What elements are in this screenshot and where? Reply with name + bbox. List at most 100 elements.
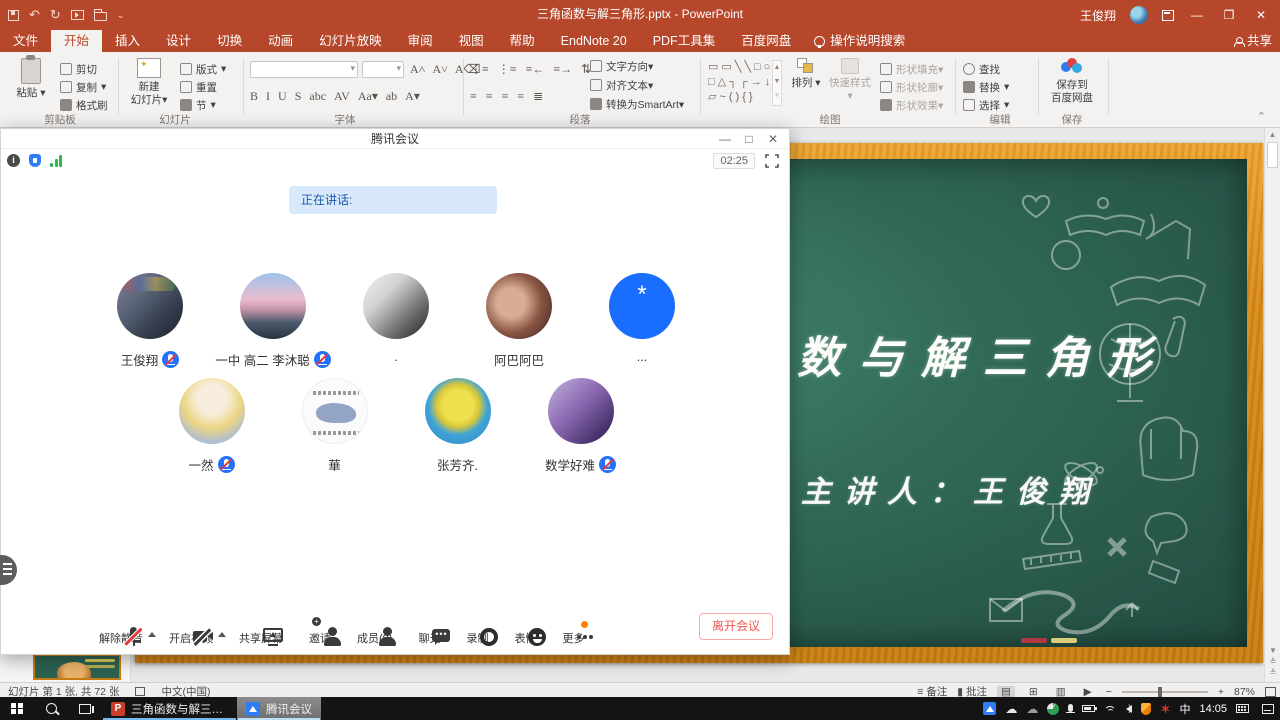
tab-3[interactable]: 设计	[153, 30, 204, 52]
arrange-button[interactable]: 排列 ▾	[788, 58, 824, 90]
tab-4[interactable]: 切换	[204, 30, 255, 52]
copy-button[interactable]: 复制 ▾	[60, 79, 106, 95]
zoom-handle[interactable]	[1158, 687, 1162, 697]
meeting-maximize-button[interactable]: □	[737, 129, 761, 149]
tray-meeting-icon[interactable]	[983, 702, 996, 715]
account-avatar[interactable]	[1130, 6, 1148, 24]
paragraph-row2[interactable]: ≡≡≡≡≣	[470, 88, 543, 104]
tray-red-app-icon[interactable]: ✶	[1160, 702, 1170, 716]
ribbon-glyph[interactable]: ≣	[533, 89, 543, 104]
participant[interactable]: 阿巴阿巴	[486, 273, 552, 369]
tray-cloud-icon[interactable]: ☁	[1005, 704, 1017, 714]
taskbar-clock[interactable]: 14:05	[1199, 703, 1227, 715]
tab-file[interactable]: 文件	[0, 30, 51, 52]
ribbon-glyph[interactable]: ≡	[502, 89, 509, 104]
wifi-icon[interactable]	[1104, 704, 1117, 714]
text-direction-button[interactable]: 文字方向▾	[590, 58, 653, 74]
ribbon-glyph[interactable]: B	[250, 89, 258, 104]
ribbon-glyph[interactable]: Aa▾	[358, 89, 378, 104]
participant-avatar[interactable]	[486, 273, 552, 339]
ribbon-display-options-icon[interactable]	[1162, 10, 1174, 21]
battery-icon[interactable]	[1082, 705, 1095, 712]
meeting-close-button[interactable]: ✕	[761, 129, 785, 149]
paragraph-row1[interactable]: ⋮≡⋮≡≡←≡→⇅	[470, 61, 591, 77]
zoom-slider[interactable]	[1122, 691, 1208, 693]
participant[interactable]: 一中 高二 李沐聪	[240, 273, 306, 369]
section-button[interactable]: 节 ▾	[180, 97, 216, 113]
align-text-button[interactable]: 对齐文本▾	[590, 77, 653, 93]
network-signal-icon[interactable]	[50, 155, 63, 167]
taskbar-app-meeting[interactable]: 腾讯会议	[237, 697, 321, 720]
participant[interactable]: 一然	[179, 378, 245, 474]
slide-1-thumbnail[interactable]	[33, 654, 121, 680]
new-slide-button[interactable]: 新建幻灯片▾	[122, 58, 176, 107]
security-shield-icon[interactable]	[29, 154, 41, 167]
tab-7[interactable]: 审阅	[395, 30, 446, 52]
tab-8[interactable]: 视图	[446, 30, 497, 52]
ribbon-glyph[interactable]: ab	[386, 89, 397, 104]
ribbon-glyph[interactable]: ≡←	[526, 62, 545, 77]
taskbar-search-button[interactable]	[34, 697, 68, 720]
font-style-row[interactable]: BIUSabcAVAa▾abA▾	[250, 88, 420, 104]
toolbar-more-button[interactable]: 更多	[562, 626, 584, 646]
chevron-up-icon[interactable]	[148, 632, 156, 637]
slide-sorter-icon[interactable]: ⊞	[1025, 686, 1042, 698]
restore-button[interactable]: ❐	[1220, 8, 1238, 22]
chevron-up-icon[interactable]	[218, 632, 226, 637]
reset-button[interactable]: 重置	[180, 79, 217, 95]
slideshow-icon[interactable]: ▶	[1080, 686, 1096, 698]
close-button[interactable]: ✕	[1252, 8, 1270, 22]
slide-scrollbar[interactable]: ▲ ▼ ≙ ≚	[1264, 128, 1280, 682]
fit-to-window-icon[interactable]	[1265, 687, 1276, 697]
scrollbar-thumb[interactable]	[1267, 142, 1278, 168]
ribbon-glyph[interactable]: U	[278, 89, 287, 104]
participant-avatar[interactable]	[240, 273, 306, 339]
shapes-gallery[interactable]: ▭▭╲╲□○□△┐┌→↓▱~(){}	[708, 60, 773, 105]
participant[interactable]: .	[363, 273, 429, 369]
tab-5[interactable]: 动画	[255, 30, 306, 52]
participant-avatar[interactable]: *	[609, 273, 675, 339]
tray-cloud2-icon[interactable]: ☁	[1026, 704, 1038, 714]
previous-slide-icon[interactable]: ≙	[1265, 656, 1280, 667]
participant[interactable]: 王俊翔	[117, 273, 183, 369]
meeting-minimize-button[interactable]: —	[713, 129, 737, 149]
save-to-baidu-button[interactable]: 保存到百度网盘	[1044, 58, 1100, 105]
toolbar-members-button[interactable]: 成员(9)	[357, 626, 392, 646]
participant[interactable]: *...	[609, 273, 675, 369]
share-button[interactable]: 共享	[1234, 30, 1272, 52]
participant-avatar[interactable]	[363, 273, 429, 339]
tray-mic-icon[interactable]	[1068, 704, 1073, 712]
collapse-ribbon-icon[interactable]: ⌃	[1257, 110, 1266, 123]
select-button[interactable]: 选择 ▾	[963, 97, 1009, 113]
tab-1[interactable]: 开始	[51, 30, 102, 52]
ribbon-glyph[interactable]: abc	[309, 89, 326, 104]
participant-avatar[interactable]	[548, 378, 614, 444]
ribbon-glyph[interactable]: ≡	[517, 89, 524, 104]
toolbar-chat-button[interactable]: •••聊天	[418, 626, 440, 646]
participant-avatar[interactable]	[425, 378, 491, 444]
reading-view-icon[interactable]: ▥	[1052, 686, 1070, 698]
leave-meeting-button[interactable]: 离开会议	[699, 613, 773, 640]
volume-icon[interactable]	[1126, 705, 1132, 713]
shape-outline-button[interactable]: 形状轮廓▾	[880, 79, 943, 95]
toolbar-emoji-button[interactable]: 表情	[514, 626, 536, 646]
tab-9[interactable]: 帮助	[497, 30, 548, 52]
ribbon-glyph[interactable]: AV	[334, 89, 350, 104]
ribbon-glyph[interactable]: I	[266, 89, 270, 104]
touch-keyboard-icon[interactable]	[1236, 704, 1249, 713]
ribbon-glyph[interactable]: ≡	[470, 89, 477, 104]
tab-6[interactable]: 幻灯片放映	[306, 30, 395, 52]
ribbon-glyph[interactable]: A▾	[405, 89, 420, 104]
tray-antivirus-icon[interactable]	[1047, 703, 1059, 715]
toolbar-share-screen-button[interactable]: 共享屏幕	[239, 626, 283, 646]
next-slide-icon[interactable]: ≚	[1265, 667, 1280, 678]
tell-me-search[interactable]: 操作说明搜索	[804, 30, 915, 52]
zoom-level[interactable]: 87%	[1234, 686, 1255, 698]
participant[interactable]: 数学好难	[548, 378, 614, 474]
tab-10[interactable]: EndNote 20	[548, 30, 640, 52]
minimize-button[interactable]: —	[1188, 8, 1206, 22]
smartart-button[interactable]: 转换为SmartArt▾	[590, 96, 684, 112]
cut-button[interactable]: 剪切	[60, 61, 97, 77]
tab-12[interactable]: 百度网盘	[728, 30, 804, 52]
task-view-button[interactable]	[68, 697, 102, 720]
